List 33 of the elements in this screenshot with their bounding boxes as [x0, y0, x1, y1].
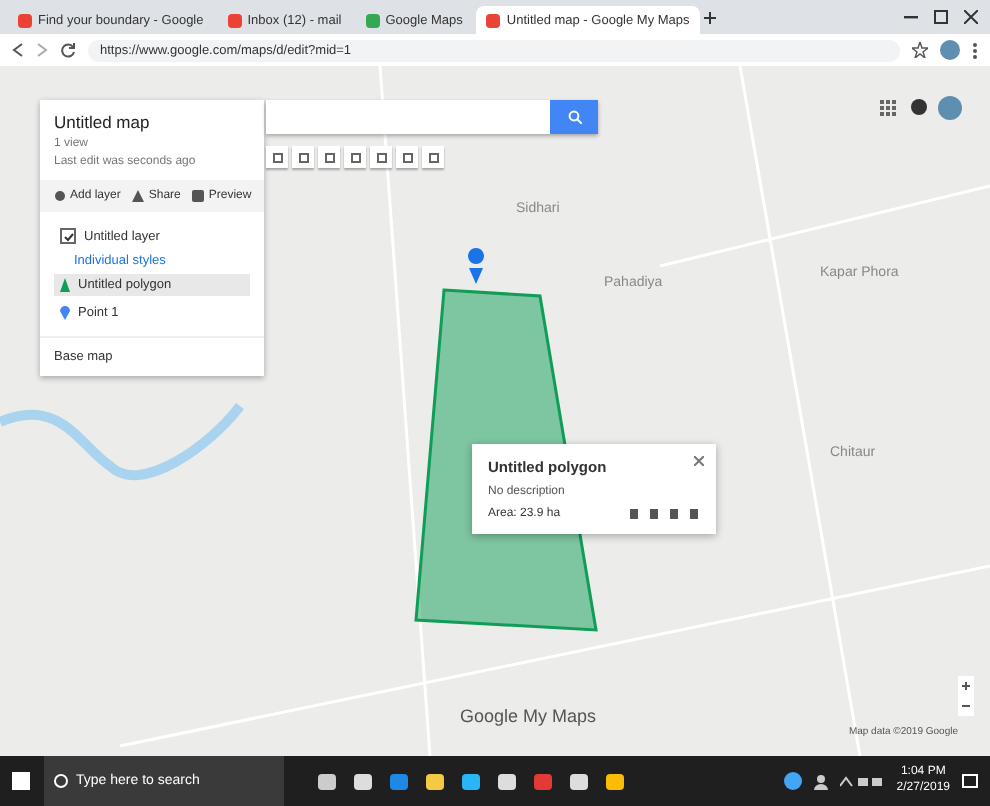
- back-icon[interactable]: [12, 42, 24, 58]
- minimize-icon[interactable]: [904, 10, 918, 24]
- network-icon[interactable]: [784, 772, 803, 790]
- profile-avatar-icon[interactable]: [940, 40, 960, 60]
- action-icon: [54, 190, 66, 202]
- start-icon[interactable]: [12, 772, 30, 790]
- reload-icon[interactable]: [60, 42, 76, 58]
- people-icon[interactable]: [814, 773, 829, 789]
- favicon-icon: [227, 13, 242, 27]
- map-logo: Google My Maps: [460, 706, 597, 726]
- search-icon: [54, 774, 68, 788]
- apps-grid-icon[interactable]: [880, 100, 896, 116]
- close-icon[interactable]: [964, 10, 978, 24]
- action-icon: [192, 190, 205, 202]
- search-field[interactable]: [266, 100, 598, 134]
- new-tab-icon[interactable]: [703, 11, 716, 23]
- notification-icon[interactable]: [962, 773, 978, 789]
- favicon-icon: [18, 13, 32, 27]
- star-icon[interactable]: [912, 42, 928, 58]
- action-icon: [132, 190, 145, 202]
- more-icon[interactable]: [972, 41, 978, 59]
- search-icon: [567, 110, 581, 124]
- layer-checkbox[interactable]: [60, 228, 76, 244]
- zoom-control-icon[interactable]: [958, 676, 974, 716]
- favicon-icon: [365, 13, 380, 27]
- close-icon[interactable]: [694, 456, 704, 466]
- maximize-icon[interactable]: [934, 10, 948, 24]
- account-avatar-icon[interactable]: [938, 96, 962, 120]
- search-button[interactable]: [550, 100, 598, 134]
- map-title[interactable]: Untitled map: [54, 112, 250, 132]
- favicon-icon: [486, 13, 501, 27]
- system-tray-icon[interactable]: [840, 775, 885, 787]
- map-pin-icon[interactable]: [468, 248, 484, 284]
